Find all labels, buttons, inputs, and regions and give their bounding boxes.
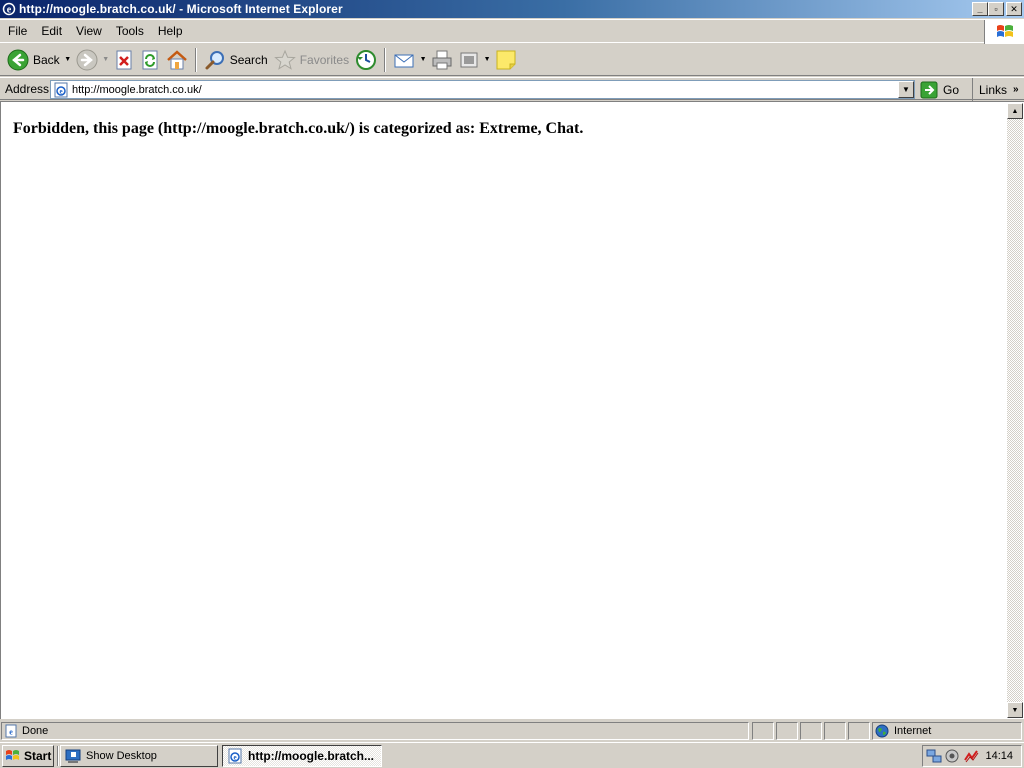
back-label: Back (33, 52, 60, 67)
status-text-pane: e Done (1, 722, 749, 740)
stop-button[interactable] (111, 46, 137, 74)
address-label: Address (5, 81, 50, 96)
favorites-button[interactable]: Favorites (271, 46, 352, 74)
status-pane (752, 722, 774, 740)
show-desktop-label: Show Desktop (86, 750, 157, 762)
refresh-icon (140, 50, 160, 70)
status-pane (824, 722, 846, 740)
mail-dropdown[interactable]: ▼ (418, 46, 428, 74)
taskbar: Start Show Desktop e http://moogle.bratc… (0, 742, 1024, 768)
vertical-scrollbar[interactable]: ▲ ▼ (1007, 103, 1023, 718)
edit-button[interactable] (456, 46, 482, 74)
back-dropdown[interactable]: ▼ (63, 46, 73, 74)
scroll-up-icon[interactable]: ▲ (1007, 103, 1023, 119)
go-button[interactable]: Go (920, 79, 959, 100)
go-label: Go (943, 82, 960, 97)
close-button[interactable]: ✕ (1006, 2, 1022, 16)
search-button[interactable]: Search (201, 46, 271, 74)
refresh-button[interactable] (137, 46, 163, 74)
volume-icon[interactable] (944, 748, 960, 764)
svg-text:e: e (233, 754, 236, 762)
svg-text:e: e (59, 87, 62, 95)
mail-icon (393, 49, 415, 71)
note-icon (495, 49, 517, 71)
page-done-icon: e (4, 724, 18, 738)
menu-tools[interactable]: Tools (110, 24, 150, 38)
svg-text:e: e (9, 728, 13, 737)
network-icon[interactable] (926, 748, 942, 764)
print-button[interactable] (428, 46, 456, 74)
back-arrow-icon (7, 49, 29, 71)
status-pane (800, 722, 822, 740)
links-toolbar[interactable]: Links » (972, 78, 1024, 101)
scroll-track[interactable] (1007, 119, 1023, 702)
menu-view[interactable]: View (70, 24, 108, 38)
search-label: Search (229, 52, 268, 67)
menu-help[interactable]: Help (152, 24, 189, 38)
title-bar[interactable]: e http://moogle.bratch.co.uk/ - Microsof… (0, 0, 1024, 18)
taskbar-divider (57, 746, 59, 766)
internet-explorer-icon: e (227, 748, 243, 764)
favorites-label: Favorites (299, 52, 350, 67)
svg-text:e: e (7, 5, 12, 16)
show-desktop-button[interactable]: Show Desktop (60, 745, 218, 767)
favorites-star-icon (273, 49, 296, 71)
start-button[interactable]: Start (2, 745, 54, 767)
scroll-down-icon[interactable]: ▼ (1007, 702, 1023, 718)
menu-bar: File Edit View Tools Help (0, 19, 1024, 44)
edit-icon (459, 50, 479, 70)
menu-file[interactable]: File (2, 24, 33, 38)
status-pane (776, 722, 798, 740)
page-content: Forbidden, this page (http://moogle.brat… (0, 101, 1024, 719)
address-input[interactable] (72, 82, 898, 97)
address-dropdown[interactable]: ▼ (898, 81, 914, 98)
ie-task-label: http://moogle.bratch... (248, 749, 374, 763)
minimize-button[interactable]: _ (972, 2, 988, 16)
system-tray: 14:14 (922, 745, 1022, 767)
go-arrow-icon (920, 81, 938, 99)
window-title: http://moogle.bratch.co.uk/ - Microsoft … (19, 2, 343, 16)
print-icon (431, 49, 453, 71)
page-icon: e (53, 82, 69, 98)
status-bar: e Done Internet (0, 721, 1024, 741)
status-text: Done (22, 725, 49, 737)
mail-button[interactable] (390, 46, 418, 74)
forward-arrow-icon (76, 49, 98, 71)
toolbar-separator (384, 47, 387, 72)
start-label: Start (24, 749, 52, 763)
search-icon (204, 49, 226, 71)
address-bar: Address e ▼ Go Links » (0, 77, 1024, 101)
standard-toolbar: Back ▼ ▼ Search Favorites ▼ ▼ (0, 44, 1024, 76)
history-button[interactable] (352, 46, 380, 74)
antivirus-icon[interactable] (963, 748, 979, 764)
zone-label: Internet (894, 725, 932, 737)
forbidden-message: Forbidden, this page (http://moogle.brat… (13, 120, 584, 137)
edit-dropdown[interactable]: ▼ (482, 46, 492, 74)
ie-task-button[interactable]: e http://moogle.bratch... (222, 745, 382, 767)
note-button[interactable] (492, 46, 520, 74)
toolbar-separator (194, 47, 197, 72)
security-zone-pane: Internet (872, 722, 1022, 740)
chevron-right-icon[interactable]: » (1013, 84, 1019, 95)
menu-edit[interactable]: Edit (35, 24, 68, 38)
forward-button[interactable] (73, 46, 101, 74)
status-pane (848, 722, 870, 740)
home-button[interactable] (163, 46, 191, 74)
forward-dropdown[interactable]: ▼ (101, 46, 111, 74)
maximize-button[interactable]: ▫ (988, 2, 1004, 16)
desktop-icon (65, 748, 81, 764)
history-icon (355, 49, 377, 71)
stop-icon (114, 50, 134, 70)
windows-logo-icon (984, 20, 1024, 44)
internet-explorer-icon: e (2, 2, 16, 16)
home-icon (166, 49, 188, 71)
windows-logo-icon (5, 748, 21, 764)
links-label: Links (979, 82, 1008, 97)
address-field[interactable]: e ▼ (50, 80, 915, 99)
back-button[interactable]: Back (4, 46, 63, 74)
globe-icon (875, 724, 889, 738)
clock[interactable]: 14:14 (985, 750, 1013, 762)
caption-buttons: _ ▫ ✕ (972, 2, 1022, 16)
